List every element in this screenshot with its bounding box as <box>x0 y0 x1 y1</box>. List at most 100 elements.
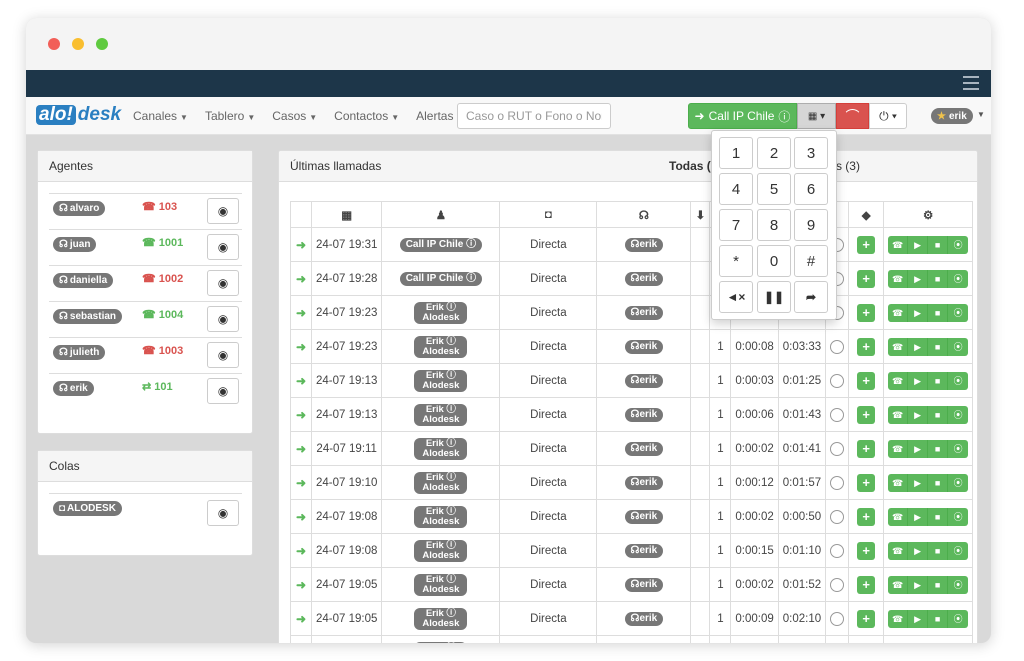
call-ip-chile-button[interactable]: ➜ Call IP Chile ⓘ <box>688 103 797 129</box>
spy-agent-button[interactable]: ◉ <box>207 306 239 332</box>
col-tag[interactable]: ◆ <box>848 201 885 228</box>
download-button[interactable]: ⦿ <box>948 269 969 288</box>
add-tag-button[interactable]: + <box>857 405 876 424</box>
download-button[interactable]: ⦿ <box>948 541 969 560</box>
call-row[interactable]: ➜ 24-07 19:13 Erik ⓘ Alodesk Directa ☊erik 1 0:… <box>290 363 974 398</box>
select-radio[interactable] <box>830 611 845 626</box>
add-tag-button[interactable]: + <box>857 235 876 254</box>
play-button[interactable]: ▶ <box>908 303 929 322</box>
call-back-button[interactable]: ☎ <box>888 609 909 628</box>
call-back-button[interactable]: ☎ <box>888 575 909 594</box>
user-menu[interactable]: ★ erik <box>931 108 973 124</box>
contact-pill[interactable]: Erik ⓘAlodesk <box>414 471 468 494</box>
dialpad-key-0[interactable]: 0 <box>757 245 791 277</box>
call-back-button[interactable]: ☎ <box>888 303 909 322</box>
call-row[interactable]: ➜ 24-07 19:23 Erik ⓘ Alodesk Directa ☊erik + ☎ ▶… <box>290 295 974 330</box>
stop-button[interactable]: ■ <box>928 609 949 628</box>
call-back-button[interactable]: ☎ <box>888 405 909 424</box>
call-row[interactable]: ➜ 24-07 19:23 Erik ⓘ Alodesk Directa ☊erik 1 0:… <box>290 329 974 364</box>
add-tag-button[interactable]: + <box>857 575 876 594</box>
play-button[interactable]: ▶ <box>908 371 929 390</box>
stop-button[interactable]: ■ <box>928 269 949 288</box>
select-radio[interactable] <box>830 475 845 490</box>
add-tag-button[interactable]: + <box>857 541 876 560</box>
add-tag-button[interactable]: + <box>857 303 876 322</box>
dialpad-key-1[interactable]: 1 <box>719 137 753 169</box>
contact-pill[interactable]: Call IP Chile ⓘ <box>399 237 483 252</box>
download-button[interactable]: ⦿ <box>948 405 969 424</box>
call-row[interactable]: ➜ 24-07 19:08 Erik ⓘ Alodesk Directa ☊erik 1 0:… <box>290 533 974 568</box>
hold-button[interactable]: ❚❚ <box>757 281 791 313</box>
call-row[interactable]: ➜ 24-07 19:05 Erik ⓘ Alodesk Directa ☊erik 1 0:… <box>290 601 974 636</box>
play-button[interactable]: ▶ <box>908 405 929 424</box>
download-button[interactable]: ⦿ <box>948 507 969 526</box>
mute-button[interactable]: ◄× <box>719 281 753 313</box>
download-button[interactable]: ⦿ <box>948 473 969 492</box>
select-radio[interactable] <box>830 577 845 592</box>
add-tag-button[interactable]: + <box>857 473 876 492</box>
search-input[interactable] <box>457 103 611 129</box>
transfer-button[interactable]: ➦ <box>794 281 828 313</box>
spy-agent-button[interactable]: ◉ <box>207 342 239 368</box>
dialpad-key-4[interactable]: 4 <box>719 173 753 205</box>
call-row[interactable]: ➜ 24-07 19:28 Call IP Chile ⓘ Directa ☊erik +… <box>290 261 974 296</box>
maximize-window-button[interactable] <box>96 38 108 50</box>
col-contact[interactable]: ♟ <box>381 201 501 228</box>
dialpad-key-2[interactable]: 2 <box>757 137 791 169</box>
spy-agent-button[interactable]: ◉ <box>207 198 239 224</box>
play-button[interactable]: ▶ <box>908 439 929 458</box>
contact-pill[interactable]: Erik ⓘAlodesk <box>414 505 468 528</box>
call-row[interactable]: ➜ 24-07 19:10 Erik ⓘ Alodesk Directa ☊erik 1 0:… <box>290 465 974 500</box>
download-button[interactable]: ⦿ <box>948 575 969 594</box>
contact-pill[interactable]: Call IP Chile ⓘ <box>399 271 483 286</box>
spy-queue-button[interactable]: ◉ <box>207 500 239 526</box>
menu-casos[interactable]: Casos ▼ <box>272 109 317 123</box>
col-actions[interactable]: ⚙ <box>883 201 974 228</box>
download-button[interactable]: ⦿ <box>948 609 969 628</box>
call-row[interactable]: ➜ 24-07 19:05 Erik ⓘ Alodesk Directa ☊erik 1 0:… <box>290 567 974 602</box>
dialpad-key-hash[interactable]: # <box>794 245 828 277</box>
dialpad-key-5[interactable]: 5 <box>757 173 791 205</box>
download-button[interactable]: ⦿ <box>948 371 969 390</box>
contact-pill[interactable]: Erik ⓘAlodesk <box>414 403 468 426</box>
stop-button[interactable]: ■ <box>928 507 949 526</box>
call-row[interactable]: ➜ 24-07 19:13 Erik ⓘ Alodesk Directa ☊erik 1 0:… <box>290 397 974 432</box>
call-back-button[interactable]: ☎ <box>888 473 909 492</box>
col-date[interactable]: ▦ <box>310 201 383 228</box>
select-radio[interactable] <box>830 373 845 388</box>
stop-button[interactable]: ■ <box>928 371 949 390</box>
contact-pill[interactable]: Erik ⓘAlodesk <box>414 641 468 643</box>
play-button[interactable]: ▶ <box>908 575 929 594</box>
spy-agent-button[interactable]: ◉ <box>207 378 239 404</box>
call-back-button[interactable]: ☎ <box>888 439 909 458</box>
dialpad-toggle-button[interactable]: ▦ ▾ <box>797 103 836 129</box>
stop-button[interactable]: ■ <box>928 473 949 492</box>
stop-button[interactable]: ■ <box>928 337 949 356</box>
dialpad-key-8[interactable]: 8 <box>757 209 791 241</box>
contact-pill[interactable]: Erik ⓘAlodesk <box>414 437 468 460</box>
stop-button[interactable]: ■ <box>928 405 949 424</box>
select-radio[interactable] <box>830 339 845 354</box>
contact-pill[interactable]: Erik ⓘAlodesk <box>414 573 468 596</box>
stop-button[interactable]: ■ <box>928 303 949 322</box>
add-tag-button[interactable]: + <box>857 371 876 390</box>
user-caret-icon[interactable]: ▼ <box>977 110 985 119</box>
select-radio[interactable] <box>830 509 845 524</box>
add-tag-button[interactable]: + <box>857 337 876 356</box>
call-row[interactable]: ➜ 24-07 19:11 Erik ⓘ Alodesk Directa ☊erik 1 0:… <box>290 431 974 466</box>
hangup-button[interactable]: ⌒ <box>836 103 869 129</box>
call-back-button[interactable]: ☎ <box>888 541 909 560</box>
add-tag-button[interactable]: + <box>857 507 876 526</box>
contact-pill[interactable]: Erik ⓘAlodesk <box>414 369 468 392</box>
contact-pill[interactable]: Erik ⓘAlodesk <box>414 607 468 630</box>
download-button[interactable]: ⦿ <box>948 303 969 322</box>
download-button[interactable]: ⦿ <box>948 439 969 458</box>
dialpad-key-7[interactable]: 7 <box>719 209 753 241</box>
play-button[interactable]: ▶ <box>908 541 929 560</box>
play-button[interactable]: ▶ <box>908 609 929 628</box>
play-button[interactable]: ▶ <box>908 235 929 254</box>
call-back-button[interactable]: ☎ <box>888 507 909 526</box>
menu-canales[interactable]: Canales ▼ <box>133 109 188 123</box>
menu-contactos[interactable]: Contactos ▼ <box>334 109 399 123</box>
col-agent[interactable]: ☊ <box>596 201 692 228</box>
